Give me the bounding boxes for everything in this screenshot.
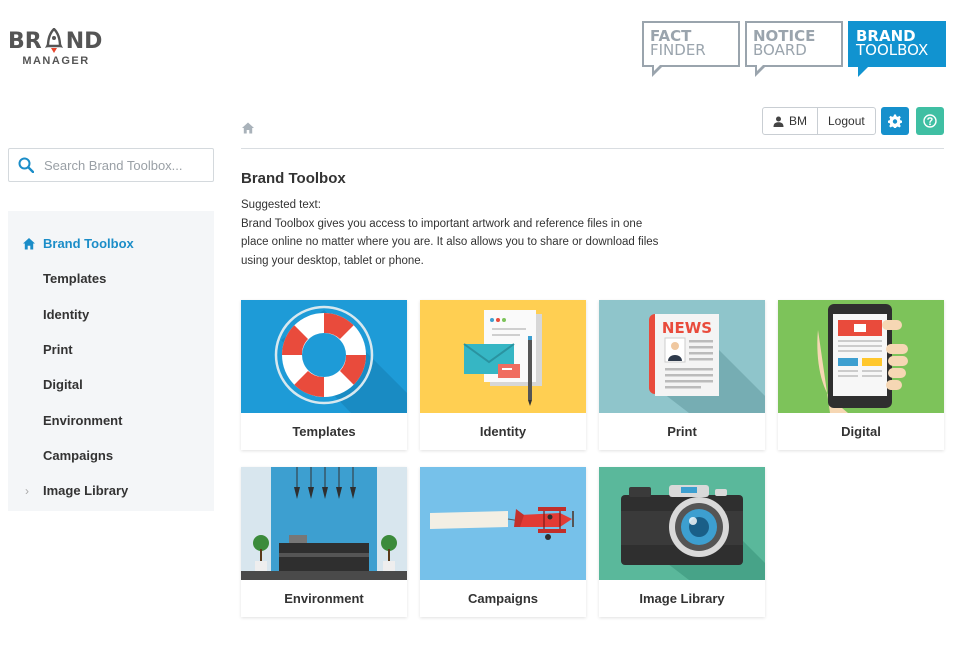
- help-icon: [923, 114, 937, 128]
- page-description: Suggested text: Brand Toolbox gives you …: [241, 199, 659, 267]
- logo-subtitle: MANAGER: [22, 55, 90, 67]
- app-fact-finder[interactable]: FACT FINDER: [642, 21, 740, 77]
- card-campaigns[interactable]: Campaigns: [420, 467, 586, 617]
- app-switcher: FACT FINDER NOTICE BOARD BRAND TOOLBOX: [642, 21, 946, 77]
- sidebar-item-print[interactable]: Print: [8, 332, 214, 367]
- reception-desk-icon: [241, 467, 407, 580]
- camera-icon: [599, 467, 765, 580]
- chevron-right-icon[interactable]: ›: [25, 484, 29, 498]
- sidebar-item-digital[interactable]: Digital: [8, 367, 214, 402]
- rocket-icon: [44, 28, 63, 53]
- card-environment[interactable]: Environment: [241, 467, 407, 617]
- sidebar-item-label: Image Library: [43, 483, 129, 499]
- user-button[interactable]: BM: [763, 108, 817, 134]
- breadcrumb-home-icon[interactable]: [241, 121, 255, 135]
- card-templates[interactable]: Templates: [241, 300, 407, 450]
- card-label: Campaigns: [467, 591, 539, 606]
- card-label: Print: [667, 424, 697, 439]
- sidebar-item-label: Digital: [43, 377, 83, 393]
- header-divider: [241, 148, 944, 149]
- card-digital[interactable]: Digital: [778, 300, 944, 450]
- sidebar-item-label: Campaigns: [43, 447, 114, 463]
- search-icon: [18, 157, 34, 173]
- card-label: Image Library: [639, 591, 725, 606]
- sidebar-item-label: Brand Toolbox: [43, 236, 134, 252]
- sidebar-item-image-library[interactable]: › Image Library: [8, 473, 214, 508]
- card-label: Identity: [479, 424, 527, 439]
- home-icon: [23, 237, 35, 250]
- user-initials: BM: [789, 114, 807, 128]
- sidebar-item-environment[interactable]: Environment: [8, 402, 214, 437]
- brand-manager-logo[interactable]: BR ND MANAGER: [8, 28, 108, 72]
- page-title: Brand Toolbox: [241, 170, 346, 187]
- sidebar-item-label: Templates: [43, 271, 107, 287]
- card-label: Digital: [841, 424, 881, 439]
- card-print[interactable]: NEWS Print: [599, 300, 765, 450]
- life-ring-icon: [241, 300, 407, 413]
- user-menu: BM Logout: [762, 107, 876, 135]
- card-label: Templates: [292, 424, 356, 439]
- sidebar-item-brand-toolbox[interactable]: Brand Toolbox: [8, 226, 214, 261]
- search-input[interactable]: [44, 157, 204, 173]
- sidebar-item-identity[interactable]: Identity: [8, 297, 214, 332]
- sidebar-nav: Brand Toolbox Templates Identity Print D…: [8, 211, 214, 511]
- card-image-library[interactable]: Image Library: [599, 467, 765, 617]
- card-label: Environment: [284, 591, 364, 606]
- airplane-banner-icon: [420, 467, 586, 580]
- settings-button[interactable]: [881, 107, 909, 135]
- category-grid: Templates Identity NEWS Print Digital En…: [241, 300, 944, 617]
- stationery-icon: [420, 300, 586, 413]
- sidebar-item-templates[interactable]: Templates: [8, 261, 214, 296]
- newspaper-icon: NEWS: [599, 300, 765, 413]
- app-notice-board[interactable]: NOTICE BOARD: [745, 21, 843, 77]
- sidebar-item-label: Identity: [43, 306, 90, 322]
- sidebar-item-campaigns[interactable]: Campaigns: [8, 438, 214, 473]
- sidebar-item-label: Environment: [43, 412, 123, 428]
- gear-icon: [888, 114, 902, 128]
- logout-button[interactable]: Logout: [817, 108, 875, 134]
- help-button[interactable]: [916, 107, 944, 135]
- user-icon: [773, 116, 784, 127]
- app-brand-toolbox[interactable]: BRAND TOOLBOX: [848, 21, 946, 77]
- sidebar-item-label: Print: [43, 342, 73, 358]
- svg-text:NEWS: NEWS: [662, 319, 712, 337]
- smartphone-icon: [778, 300, 944, 413]
- search-box: [8, 148, 214, 182]
- card-identity[interactable]: Identity: [420, 300, 586, 450]
